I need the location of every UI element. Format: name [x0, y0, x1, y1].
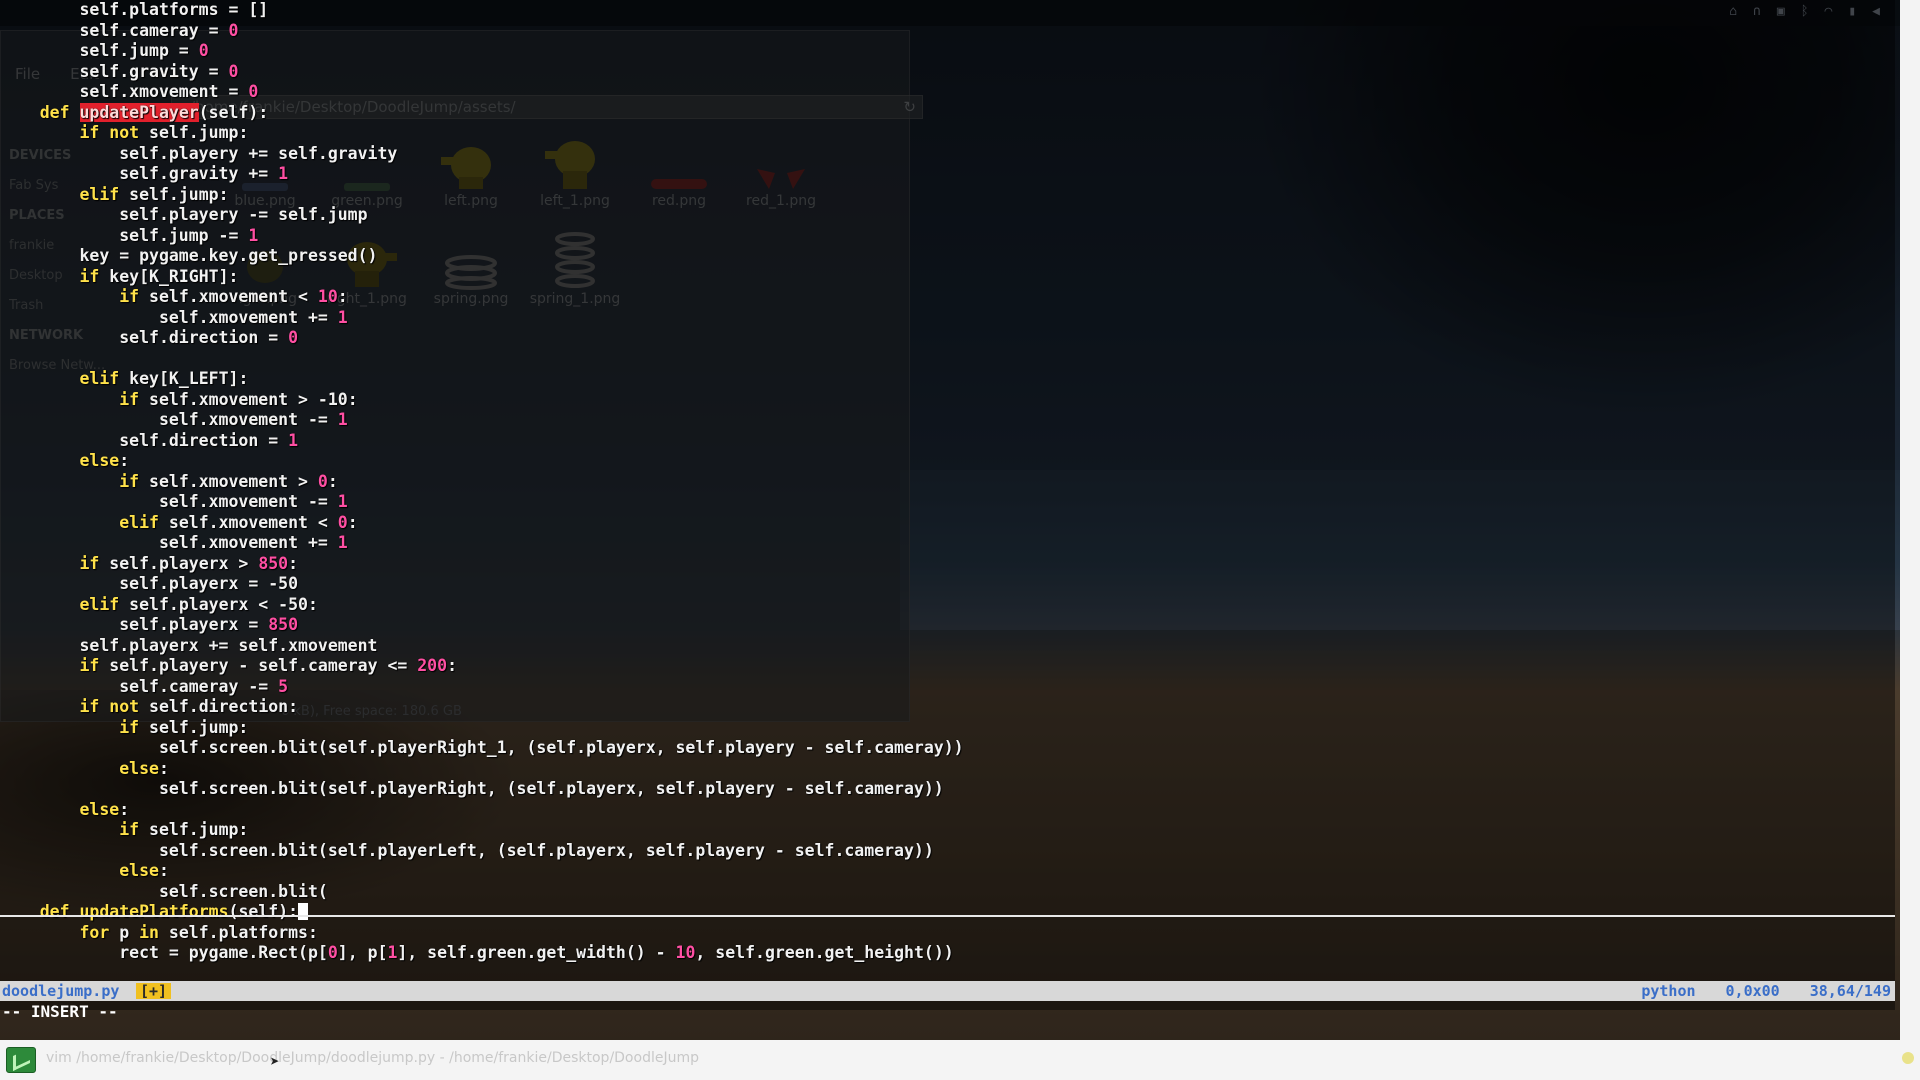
code-line[interactable]: if self.xmovement < 10:	[0, 287, 1895, 308]
notification-indicator-icon[interactable]	[1902, 1052, 1914, 1064]
code-line[interactable]: self.jump -= 1	[0, 226, 1895, 247]
code-line[interactable]: self.gravity += 1	[0, 164, 1895, 185]
code-line[interactable]: if self.xmovement > -10:	[0, 390, 1895, 411]
code-line[interactable]	[0, 349, 1895, 370]
taskbar: vim /home/frankie/Desktop/DoodleJump/doo…	[0, 1040, 1920, 1080]
code-line[interactable]: self.cameray -= 5	[0, 677, 1895, 698]
terminal-app-icon[interactable]	[6, 1047, 36, 1073]
status-filetype: python	[1641, 982, 1696, 1000]
code-buffer[interactable]: self.platforms = [] self.cameray = 0 sel…	[0, 0, 1895, 964]
code-line[interactable]: self.xmovement += 1	[0, 533, 1895, 554]
code-line[interactable]: self.direction = 1	[0, 431, 1895, 452]
code-line[interactable]: else:	[0, 861, 1895, 882]
code-line[interactable]: if self.jump:	[0, 820, 1895, 841]
code-line[interactable]: if key[K_RIGHT]:	[0, 267, 1895, 288]
code-line[interactable]: def updatePlayer(self):	[0, 102, 1895, 124]
code-line[interactable]: self.xmovement = 0	[0, 82, 1895, 103]
code-line[interactable]: if not self.direction:	[0, 697, 1895, 718]
code-line[interactable]: self.cameray = 0	[0, 21, 1895, 42]
code-line[interactable]: self.playery -= self.jump	[0, 205, 1895, 226]
code-line[interactable]: if not self.jump:	[0, 123, 1895, 144]
status-modified-flag: [+]	[136, 983, 172, 999]
code-line[interactable]: def updatePlatforms(self):	[0, 902, 1895, 923]
code-line[interactable]: if self.xmovement > 0:	[0, 472, 1895, 493]
code-line[interactable]: self.playerx += self.xmovement	[0, 636, 1895, 657]
code-line[interactable]: else:	[0, 759, 1895, 780]
code-line[interactable]: else:	[0, 451, 1895, 472]
status-position: 38,64/149	[1809, 982, 1891, 1000]
code-line[interactable]: self.playerx = 850	[0, 615, 1895, 636]
code-line[interactable]: self.screen.blit(	[0, 882, 1895, 903]
window-split-divider	[0, 915, 1895, 917]
code-line[interactable]: self.platforms = []	[0, 0, 1895, 21]
status-right: python 0,0x00 38,64/149	[1641, 981, 1891, 1001]
status-encoding: 0,0x00	[1725, 982, 1780, 1000]
code-line[interactable]: for p in self.platforms:	[0, 923, 1895, 944]
code-line[interactable]: self.jump = 0	[0, 41, 1895, 62]
code-line[interactable]: self.xmovement -= 1	[0, 410, 1895, 431]
mouse-pointer-icon: ➤	[270, 1052, 280, 1071]
terminal-scrollbar[interactable]	[1900, 0, 1920, 1040]
code-line[interactable]: elif key[K_LEFT]:	[0, 369, 1895, 390]
code-line[interactable]: self.xmovement -= 1	[0, 492, 1895, 513]
vim-statusline: doodlejump.py [+] python 0,0x00 38,64/14…	[0, 981, 1895, 1001]
code-line[interactable]: self.screen.blit(self.playerRight, (self…	[0, 779, 1895, 800]
code-line[interactable]: self.direction = 0	[0, 328, 1895, 349]
code-line[interactable]: self.xmovement += 1	[0, 308, 1895, 329]
code-line[interactable]: self.gravity = 0	[0, 62, 1895, 83]
code-line[interactable]: if self.playery - self.cameray <= 200:	[0, 656, 1895, 677]
text-cursor	[298, 903, 309, 920]
code-line[interactable]: self.playery += self.gravity	[0, 144, 1895, 165]
code-line[interactable]: elif self.jump:	[0, 185, 1895, 206]
code-line[interactable]: if self.jump:	[0, 718, 1895, 739]
vim-mode-indicator: -- INSERT --	[2, 1002, 118, 1021]
code-line[interactable]: else:	[0, 800, 1895, 821]
code-line[interactable]: if self.playerx > 850:	[0, 554, 1895, 575]
code-line[interactable]: self.screen.blit(self.playerRight_1, (se…	[0, 738, 1895, 759]
code-line[interactable]: elif self.playerx < -50:	[0, 595, 1895, 616]
code-line[interactable]: elif self.xmovement < 0:	[0, 513, 1895, 534]
code-line[interactable]: self.screen.blit(self.playerLeft, (self.…	[0, 841, 1895, 862]
code-line[interactable]: rect = pygame.Rect(p[0], p[1], self.gree…	[0, 943, 1895, 964]
status-filename: doodlejump.py	[2, 982, 120, 1000]
code-line[interactable]: key = pygame.key.get_pressed()	[0, 246, 1895, 267]
code-line[interactable]: self.playerx = -50	[0, 574, 1895, 595]
taskbar-window-title[interactable]: vim /home/frankie/Desktop/DoodleJump/doo…	[46, 1050, 699, 1066]
vim-editor[interactable]: self.platforms = [] self.cameray = 0 sel…	[0, 0, 1895, 1021]
